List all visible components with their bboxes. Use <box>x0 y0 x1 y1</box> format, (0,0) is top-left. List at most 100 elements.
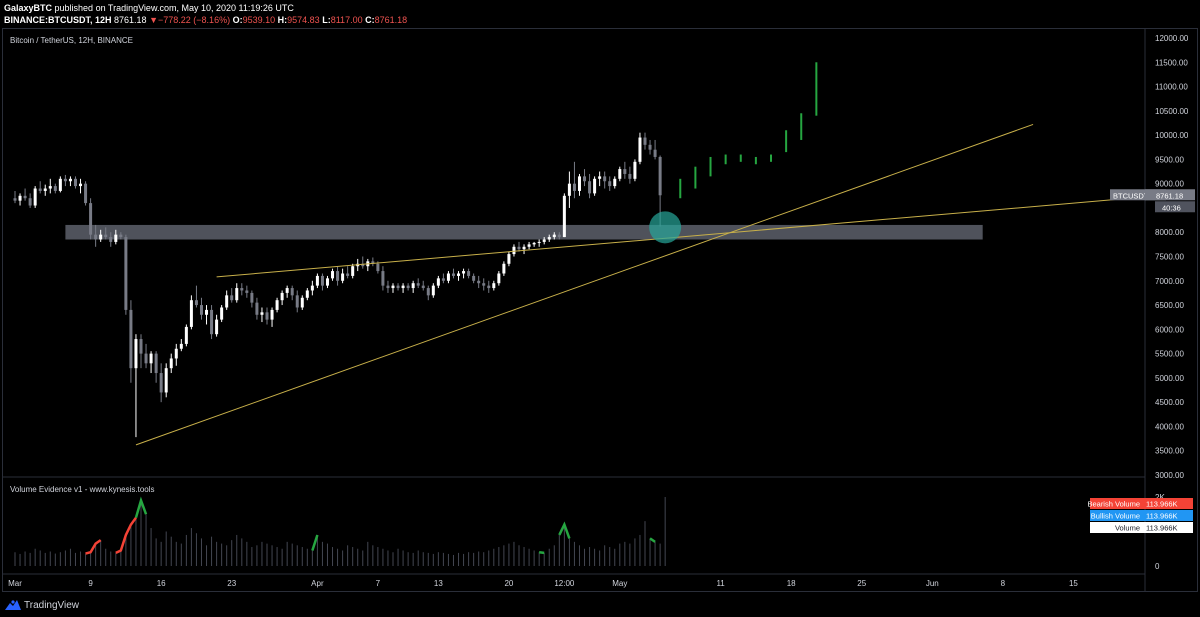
candle-body <box>608 181 612 187</box>
candle-body <box>547 237 551 240</box>
candle-body <box>53 186 57 191</box>
candle-body <box>487 285 491 289</box>
candle-body <box>13 198 17 201</box>
candle-body <box>346 273 350 276</box>
candle-body <box>179 343 183 349</box>
candle-body <box>376 263 380 272</box>
candle-body <box>260 312 264 315</box>
candle-body <box>139 339 143 354</box>
candle-body <box>381 271 385 286</box>
candle-body <box>653 149 657 157</box>
candle-body <box>119 234 123 238</box>
candle-body <box>255 302 259 315</box>
candle-body <box>164 368 168 393</box>
volume-tick-label: 0 <box>1155 562 1160 571</box>
chart-frame[interactable]: Bitcoin / TetherUS, 12H, BINANCE 3000.00 3… <box>2 28 1198 592</box>
tradingview-label[interactable]: TradingView <box>24 600 79 611</box>
candle-body <box>517 246 521 250</box>
candle-body <box>68 178 72 182</box>
candle-body <box>310 285 314 291</box>
time-tick-label: 13 <box>434 579 443 588</box>
time-tick-label: 7 <box>376 579 381 588</box>
volume-signal-bullish <box>538 550 545 555</box>
candle-body <box>583 176 587 182</box>
candle-body <box>391 285 395 289</box>
volume-signal-bullish <box>311 534 319 551</box>
down-arrow-icon: ▼ <box>149 15 159 25</box>
candle-body <box>492 283 496 289</box>
candle-body <box>633 161 637 179</box>
candle-body <box>572 183 576 191</box>
symbol-label: BINANCE:BTCUSDT, 12H <box>4 15 112 25</box>
time-tick-label: 16 <box>157 579 166 588</box>
candle-body <box>174 348 178 359</box>
candle-body <box>643 137 647 145</box>
candle-body <box>144 353 148 364</box>
countdown-tag: 40:36 <box>1162 203 1181 212</box>
price-tick-label: 5000.00 <box>1155 374 1184 383</box>
open-label: O: <box>232 15 243 25</box>
price-tick-label: 3500.00 <box>1155 447 1184 456</box>
price-tag-symbol: BTCUSDT <box>1113 191 1149 200</box>
price-tick-label: 10000.00 <box>1155 131 1189 140</box>
candle-body <box>149 353 153 364</box>
header: GalaxyBTC published on TradingView.com, … <box>0 0 1200 28</box>
candle-body <box>593 178 597 194</box>
price-tick-label: 9500.00 <box>1155 155 1184 164</box>
candle-body <box>502 263 506 274</box>
tradingview-logo-icon[interactable] <box>4 599 22 611</box>
price-tick-label: 11000.00 <box>1155 83 1188 92</box>
candle-body <box>63 178 67 182</box>
candle-body <box>497 273 501 284</box>
price-tick-label: 10500.00 <box>1155 107 1189 116</box>
price-tick-label: 5500.00 <box>1155 350 1184 359</box>
candle-body <box>331 271 335 279</box>
candle-body <box>512 246 516 255</box>
time-tick-label: 20 <box>504 579 513 588</box>
candle-body <box>598 176 602 179</box>
candle-body <box>522 246 526 250</box>
candle-body <box>446 273 450 281</box>
candle-body <box>567 183 571 196</box>
chart-canvas[interactable]: Bitcoin / TetherUS, 12H, BINANCE 3000.00 3… <box>3 29 1197 591</box>
volume-indicator-title: Volume Evidence v1 - www.kynesis.tools <box>10 485 155 494</box>
price-tick-label: 4500.00 <box>1155 398 1184 407</box>
high-label: H: <box>277 15 288 25</box>
candle-body <box>129 309 133 369</box>
candle-body <box>275 300 279 310</box>
author-name[interactable]: GalaxyBTC <box>4 3 52 13</box>
ohlc-line: BINANCE:BTCUSDT, 12H 8761.18 ▼−778.22 (−… <box>4 15 407 25</box>
candle-body <box>23 195 27 199</box>
candle-body <box>109 237 113 242</box>
candle-body <box>84 183 88 204</box>
close-value: 8761.18 <box>374 15 408 25</box>
candle-body <box>472 275 476 281</box>
candle-body <box>341 273 345 281</box>
candle-body <box>58 178 62 191</box>
candle-body <box>315 275 319 286</box>
time-tick-label: 8 <box>1001 579 1006 588</box>
candle-body <box>537 241 541 243</box>
candle-body <box>79 183 83 187</box>
candle-body <box>245 290 249 293</box>
candle-body <box>638 137 642 162</box>
candle-body <box>467 271 471 276</box>
candle-body <box>351 266 355 276</box>
candle-body <box>270 309 274 320</box>
low-value: 8117.00 <box>330 15 363 25</box>
candle-body <box>457 273 461 276</box>
last-price: 8761.18 <box>114 15 147 25</box>
price-tick-label: 6500.00 <box>1155 301 1184 310</box>
candle-body <box>411 283 415 289</box>
candle-body <box>89 203 93 235</box>
candle-body <box>240 288 244 291</box>
candle-body <box>477 280 481 284</box>
candle-body <box>562 195 566 238</box>
time-tick-label: Jun <box>926 579 939 588</box>
time-tick-label: 23 <box>227 579 236 588</box>
candle-body <box>462 271 466 274</box>
candle-body <box>618 169 622 179</box>
candle-body <box>285 288 289 293</box>
support-zone <box>65 224 983 240</box>
candle-body <box>169 358 173 369</box>
